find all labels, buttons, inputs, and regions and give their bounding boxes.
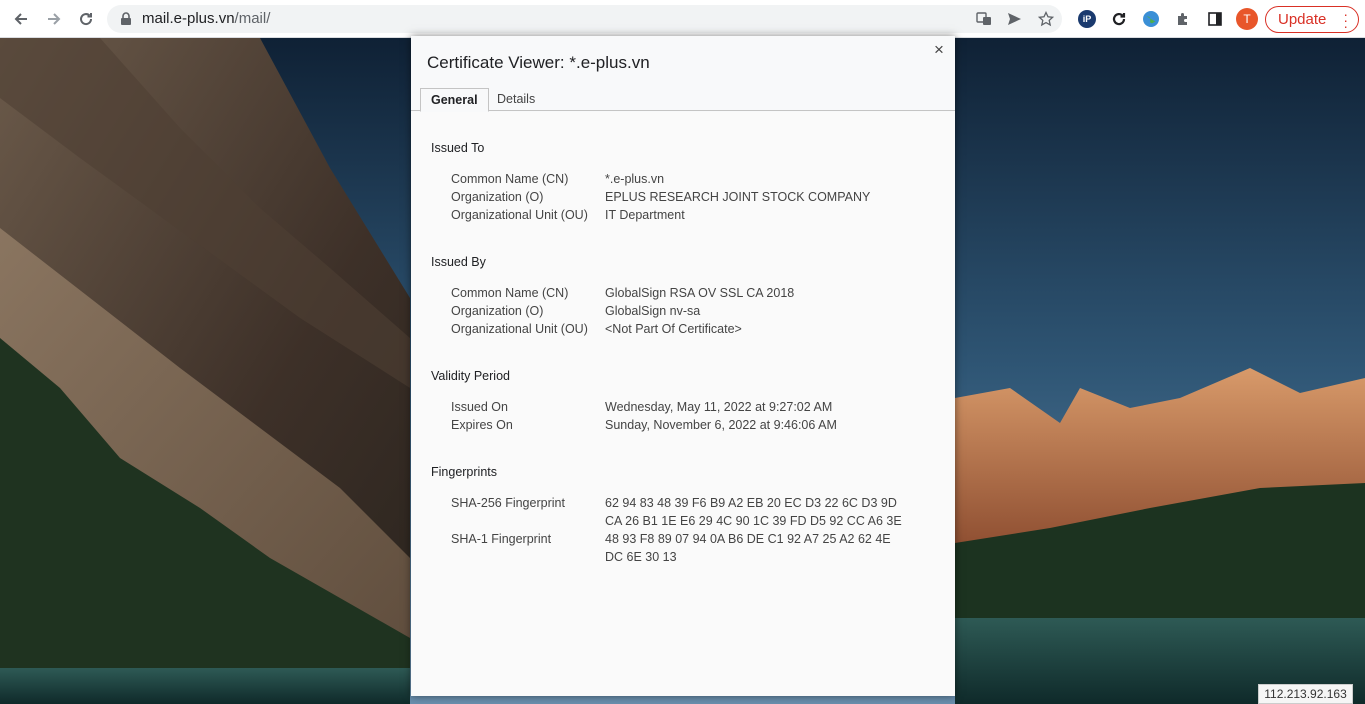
- issued-by-cn-label: Common Name (CN): [451, 286, 569, 300]
- issued-to-cn-value: *.e-plus.vn: [605, 172, 665, 186]
- url-host: mail.e-plus.vn: [142, 10, 235, 27]
- url-path: /mail/: [234, 10, 271, 27]
- issued-to-org-label: Organization (O): [451, 190, 544, 204]
- issued-by-org-value: GlobalSign nv-sa: [605, 304, 701, 318]
- update-button-label: Update: [1278, 11, 1327, 28]
- sha1-value-line1: 48 93 F8 89 07 94 0A B6 DE C1 92 A7 25 A…: [605, 532, 891, 546]
- ip-address-badge: 112.213.92.163: [1258, 684, 1353, 704]
- forward-button[interactable]: [41, 7, 67, 31]
- bookmark-star-icon[interactable]: [1037, 10, 1055, 28]
- update-button[interactable]: Update · · ·: [1265, 6, 1359, 33]
- certificate-viewer-dialog: Certificate Viewer: *.e-plus.vn × Genera…: [411, 36, 955, 696]
- issued-on-label: Issued On: [451, 400, 508, 414]
- certificate-general-panel: Issued To Common Name (CN) *.e-plus.vn O…: [411, 112, 955, 696]
- expires-on-label: Expires On: [451, 418, 513, 432]
- tab-general[interactable]: General: [420, 88, 489, 112]
- back-button[interactable]: [8, 7, 34, 31]
- issued-to-cn-label: Common Name (CN): [451, 172, 569, 186]
- sha1-label: SHA-1 Fingerprint: [451, 532, 552, 546]
- dialog-title: Certificate Viewer: *.e-plus.vn: [427, 53, 650, 72]
- sha256-label: SHA-256 Fingerprint: [451, 496, 565, 510]
- browser-toolbar: mail.e-plus.vn/mail/ iP T Update · · ·: [0, 0, 1365, 38]
- issued-to-ou-label: Organizational Unit (OU): [451, 208, 588, 222]
- issued-by-org-label: Organization (O): [451, 304, 544, 318]
- sync-extension-icon[interactable]: [1109, 9, 1129, 29]
- translate-icon[interactable]: [975, 10, 993, 28]
- more-menu-icon: · · ·: [1343, 6, 1348, 34]
- lock-icon[interactable]: [119, 12, 133, 26]
- back-arrow-icon: [14, 13, 27, 25]
- tab-bar: General Details: [411, 88, 955, 112]
- send-to-device-icon[interactable]: [1005, 10, 1023, 28]
- sha1-value-line2: DC 6E 30 13: [605, 550, 677, 564]
- sha256-value-line2: CA 26 B1 1E E6 29 4C 90 1C 39 FD D5 92 C…: [605, 514, 902, 528]
- issued-to-ou-value: IT Department: [605, 208, 685, 222]
- reload-icon: [80, 13, 93, 26]
- expires-on-value: Sunday, November 6, 2022 at 9:46:06 AM: [605, 418, 837, 432]
- profile-avatar[interactable]: T: [1236, 8, 1258, 30]
- issued-by-ou-value: <Not Part Of Certificate>: [605, 322, 742, 336]
- url-text[interactable]: mail.e-plus.vn/mail/: [142, 10, 270, 27]
- issued-to-org-value: EPLUS RESEARCH JOINT STOCK COMPANY: [605, 190, 871, 204]
- validity-heading: Validity Period: [431, 369, 510, 383]
- issued-to-heading: Issued To: [431, 141, 485, 155]
- ip-extension-label: iP: [1078, 10, 1096, 28]
- forward-arrow-icon: [48, 13, 61, 25]
- sha256-value-line1: 62 94 83 48 39 F6 B9 A2 EB 20 EC D3 22 6…: [605, 496, 897, 510]
- issued-by-heading: Issued By: [431, 255, 486, 269]
- issued-by-ou-label: Organizational Unit (OU): [451, 322, 588, 336]
- globe-extension-icon[interactable]: [1141, 9, 1161, 29]
- ip-extension-icon[interactable]: iP: [1077, 9, 1097, 29]
- reload-button[interactable]: [73, 7, 99, 31]
- tab-details[interactable]: Details: [487, 88, 545, 111]
- address-bar[interactable]: mail.e-plus.vn/mail/: [107, 5, 1062, 33]
- close-icon[interactable]: ×: [931, 41, 947, 58]
- issued-by-cn-value: GlobalSign RSA OV SSL CA 2018: [605, 286, 795, 300]
- issued-on-value: Wednesday, May 11, 2022 at 9:27:02 AM: [605, 400, 833, 414]
- extensions-puzzle-icon[interactable]: [1173, 9, 1193, 29]
- side-panel-icon[interactable]: [1205, 9, 1225, 29]
- fingerprints-heading: Fingerprints: [431, 465, 497, 479]
